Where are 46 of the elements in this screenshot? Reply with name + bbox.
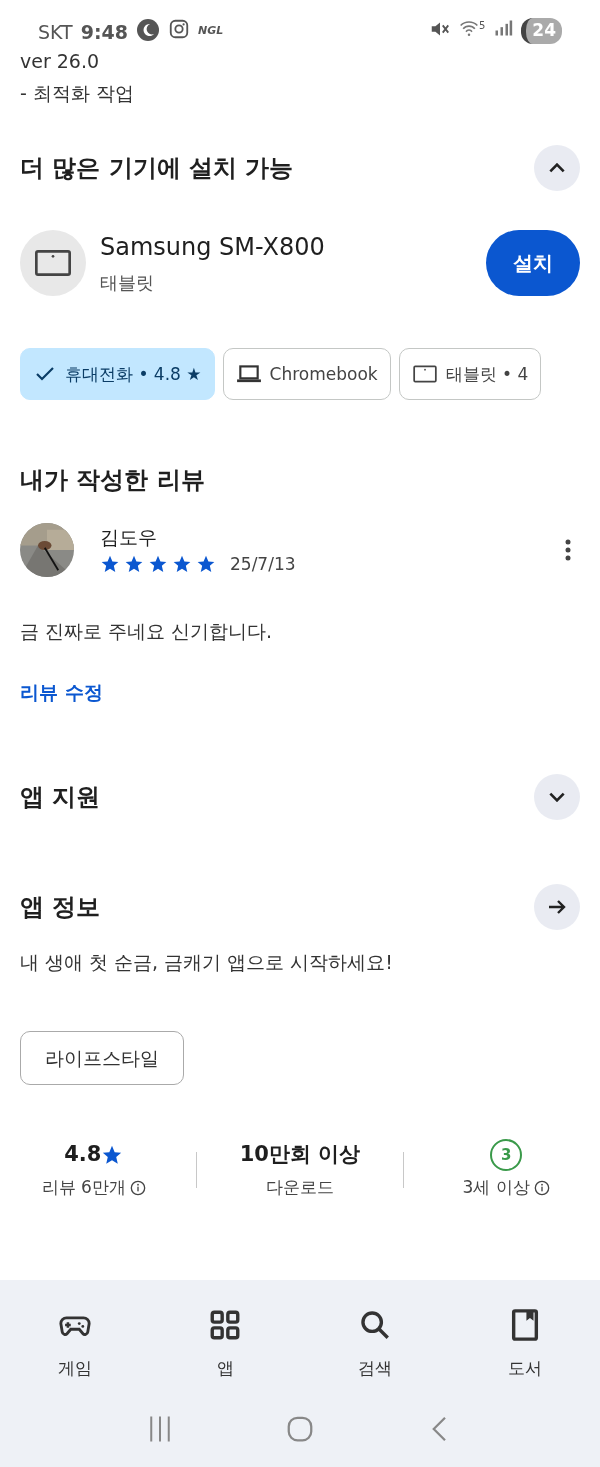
moon-icon (135, 18, 160, 42)
stat-label: 3세 이상 (462, 1176, 530, 1200)
chevron-down-icon (548, 792, 566, 803)
device-chip[interactable]: 태블릿 • 4 (398, 348, 542, 401)
nav-tab[interactable]: 도서 (465, 1302, 585, 1388)
review-text: 금 진짜로 주네요 신기합니다. (20, 619, 274, 645)
wifi-icon (458, 18, 479, 38)
device-type: 태블릿 (100, 271, 155, 296)
device-chip[interactable]: Chromebook (222, 348, 391, 401)
stat-label: 다운로드 (266, 1175, 334, 1199)
arrow-button[interactable] (534, 884, 580, 931)
edit-review-link[interactable]: 리뷰 수정 (20, 677, 103, 707)
search-icon (358, 1308, 392, 1342)
age-rating-badge: 3 (490, 1139, 523, 1172)
section-title: 내가 작성한 리뷰 (20, 466, 206, 496)
expand-button[interactable] (534, 774, 580, 821)
clock-text: 9:48 (80, 20, 128, 45)
camera-icon (167, 18, 190, 40)
install-button[interactable]: 설치 (486, 229, 580, 296)
device-name: Samsung SM-X800 (100, 232, 326, 264)
section-title: 앱 정보 (20, 892, 101, 922)
notification-text: NGL (197, 23, 224, 39)
wifi-band-text: 5 (478, 19, 486, 33)
device-chip[interactable]: 휴대전화 • 4.8 ★ (20, 348, 215, 401)
nav-tab[interactable]: 검색 (315, 1302, 435, 1388)
signal-icon (493, 18, 514, 38)
category-chip[interactable]: 라이프스타일 (20, 1030, 184, 1086)
collapse-button[interactable] (534, 145, 580, 192)
stat-value: 4.8 (64, 1141, 102, 1169)
section-title: 더 많은 기기에 설치 가능 (20, 153, 294, 183)
stat-value: 10만회 이상 (239, 1141, 361, 1169)
carrier-text: SKT (38, 20, 73, 45)
grid-icon (208, 1308, 242, 1342)
nav-tab[interactable]: 앱 (165, 1302, 285, 1388)
stat-label: 리뷰 6만개 (41, 1175, 126, 1199)
info-icon[interactable] (533, 1179, 550, 1196)
nav-tab[interactable]: 게임 (15, 1302, 135, 1388)
battery-indicator: 24 (521, 18, 562, 44)
section-title: 앱 지원 (20, 782, 101, 812)
chevron-up-icon (548, 163, 566, 174)
info-icon[interactable] (129, 1179, 146, 1196)
review-date: 25/7/13 (230, 552, 296, 576)
version-text: ver 26.0 (20, 50, 101, 73)
changelog-text: - 최적화 작업 (20, 80, 135, 106)
app-description: 내 생애 첫 순금, 금캐기 앱으로 시작하세요! (20, 950, 394, 976)
reviewer-name: 김도우 (100, 525, 158, 551)
